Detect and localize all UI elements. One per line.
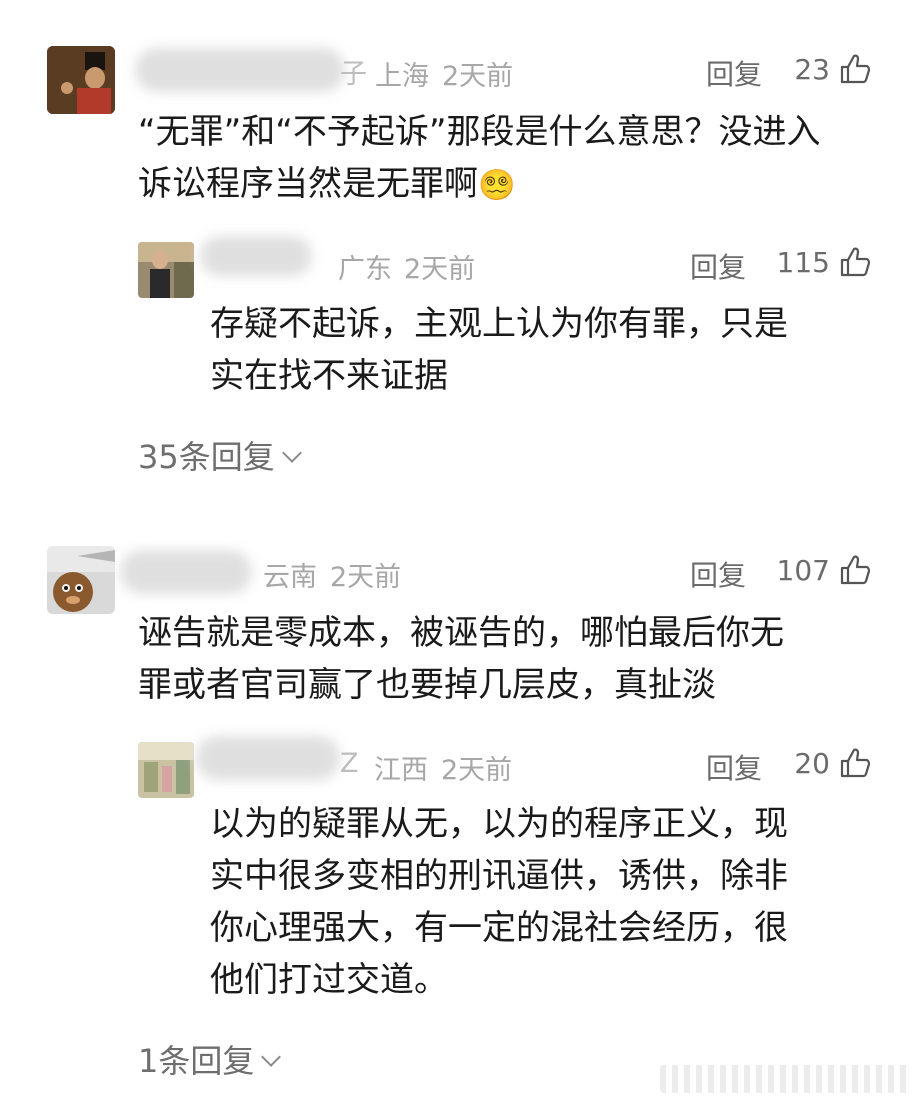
comment-text-line: “无罪”和“不予起诉”那段是什么意思？没进入 xyxy=(138,112,821,152)
comment-location: 上海 xyxy=(375,61,429,92)
username-redacted xyxy=(200,236,312,276)
like-count: 23 xyxy=(794,53,830,86)
username-redacted xyxy=(120,550,252,594)
like-count: 115 xyxy=(776,246,830,279)
thumbs-up-icon[interactable] xyxy=(838,553,872,587)
avatar-image xyxy=(47,46,115,114)
comment-text-line: 诉讼程序当然是无罪啊😵‍💫 xyxy=(138,158,515,212)
more-replies-label: 1条回复 xyxy=(138,1042,255,1080)
like-count: 107 xyxy=(776,554,830,587)
username-redacted xyxy=(135,48,345,92)
avatar-image xyxy=(47,546,115,614)
reply-text-line: 存疑不起诉，主观上认为你有罪，只是 xyxy=(210,304,788,344)
avatar[interactable] xyxy=(138,242,194,298)
more-replies-label: 35条回复 xyxy=(138,438,275,476)
comment-text-line: 罪或者官司赢了也要掉几层皮，真扯淡 xyxy=(138,665,716,705)
comment-text-segment: 诉讼程序当然是无罪啊 xyxy=(138,164,478,204)
username-redacted xyxy=(196,736,340,780)
reply-text-line: 你心理强大，有一定的混社会经历，很 xyxy=(210,908,788,948)
comment-time: 2天前 xyxy=(330,562,402,593)
reply-button[interactable]: 回复 xyxy=(690,554,746,594)
reply-text-line: 实在找不来证据 xyxy=(210,356,448,396)
avatar[interactable] xyxy=(47,46,115,114)
reply-text-line: 以为的疑罪从无，以为的程序正义，现 xyxy=(210,804,788,844)
reply-button[interactable]: 回复 xyxy=(706,747,762,787)
comment-location: 广东 xyxy=(338,254,392,285)
comment-text-line: 诬告就是零成本，被诬告的，哪怕最后你无 xyxy=(138,613,784,653)
chevron-down-icon xyxy=(281,443,302,463)
avatar-image xyxy=(138,742,194,798)
thumbs-up-icon[interactable] xyxy=(838,52,872,86)
comment-time: 2天前 xyxy=(441,755,513,786)
comment-location: 云南 xyxy=(263,562,317,593)
view-more-replies[interactable]: 1条回复 xyxy=(138,1036,282,1082)
comment-time: 2天前 xyxy=(442,61,514,92)
chevron-down-icon xyxy=(261,1047,282,1067)
watermark xyxy=(660,1065,910,1093)
reply-button[interactable]: 回复 xyxy=(690,246,746,286)
comment-time: 2天前 xyxy=(404,254,476,285)
comment-location: 江西 xyxy=(374,755,428,786)
avatar[interactable] xyxy=(138,742,194,798)
dizzy-face-emoji: 😵‍💫 xyxy=(478,168,516,203)
like-count: 20 xyxy=(794,747,830,780)
reply-text-line: 他们打过交道。 xyxy=(210,960,448,1000)
username-tail: Z xyxy=(340,748,359,779)
thumbs-up-icon[interactable] xyxy=(838,746,872,780)
reply-button[interactable]: 回复 xyxy=(706,53,762,93)
avatar[interactable] xyxy=(47,546,115,614)
avatar-image xyxy=(138,242,194,298)
username-tail: 子 xyxy=(340,59,367,90)
reply-text-line: 实中很多变相的刑讯逼供，诱供，除非 xyxy=(210,856,788,896)
view-more-replies[interactable]: 35条回复 xyxy=(138,432,302,478)
thumbs-up-icon[interactable] xyxy=(838,245,872,279)
